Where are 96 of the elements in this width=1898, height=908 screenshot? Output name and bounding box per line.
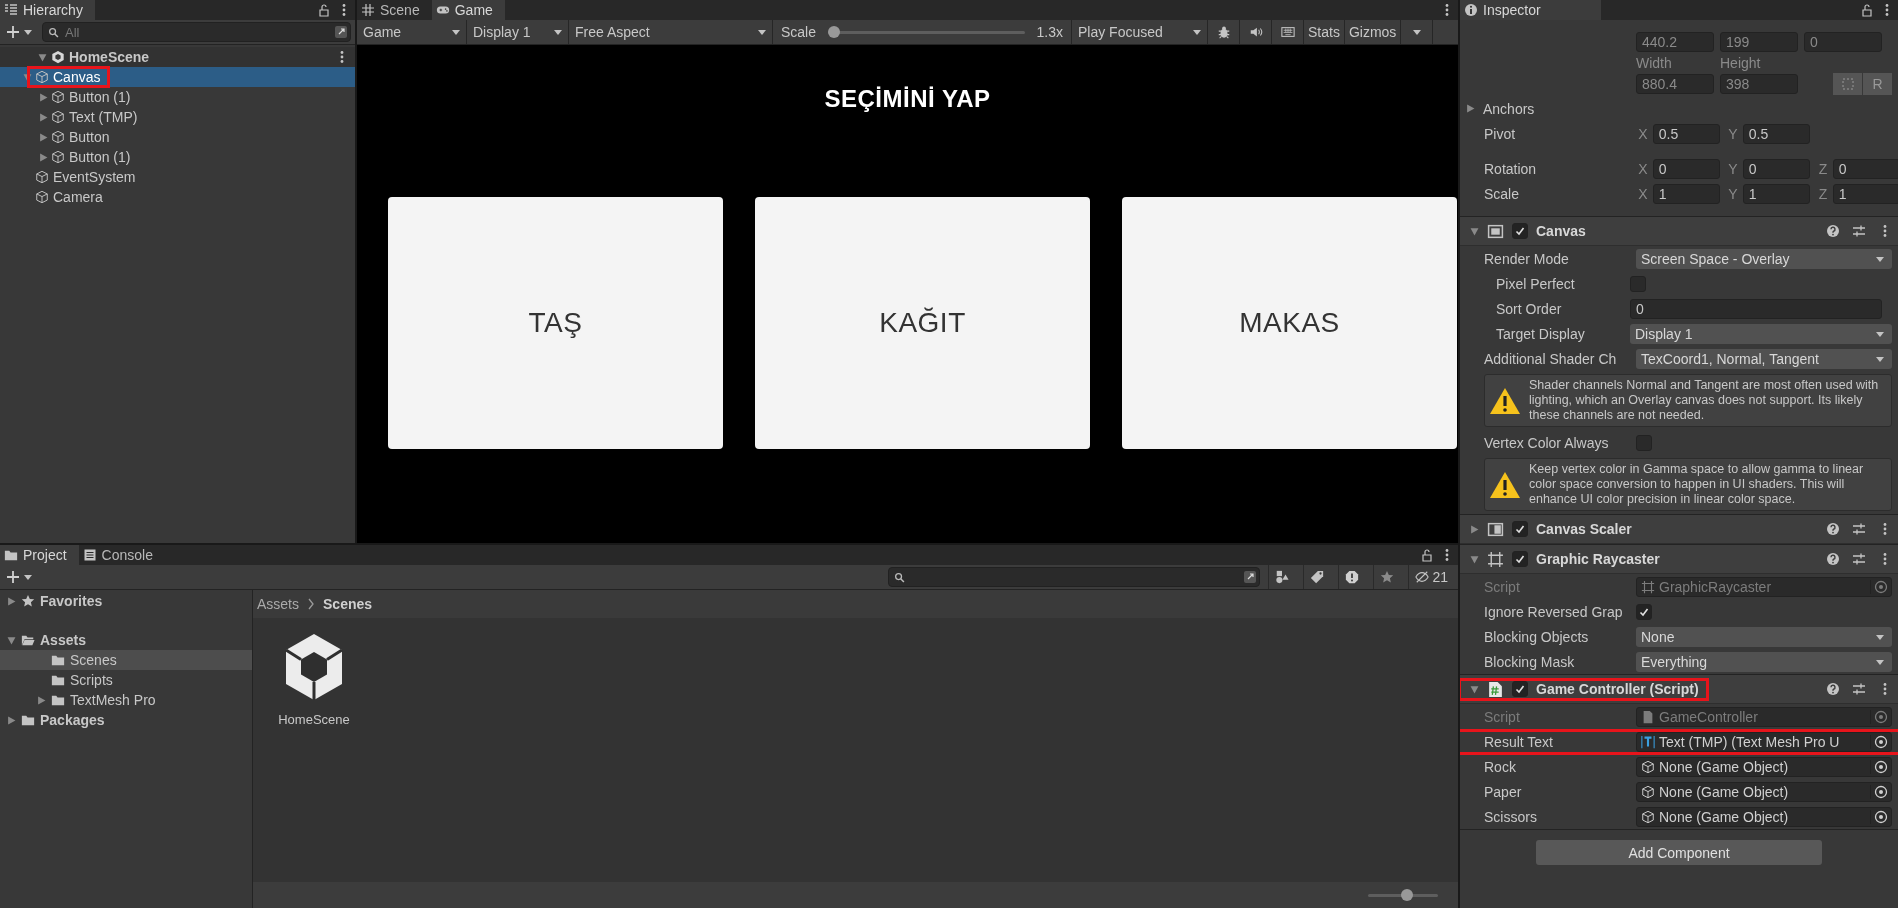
number-field[interactable]: 199 [1720, 32, 1798, 52]
stats-button[interactable]: Stats [1304, 20, 1345, 44]
component-title: Graphic Raycaster [1536, 551, 1660, 567]
dropdown[interactable]: Display 1 [1630, 323, 1892, 344]
folder-item[interactable]: Packages [0, 710, 252, 730]
hierarchy-item[interactable]: Button [0, 127, 355, 147]
number-field[interactable]: 398 [1720, 74, 1798, 94]
dropdown[interactable]: Screen Space - Overlay [1636, 248, 1892, 269]
hierarchy-item[interactable]: Canvas [0, 67, 355, 87]
number-field[interactable]: 1 [1832, 183, 1898, 204]
number-field[interactable]: 0 [1652, 158, 1720, 179]
dropdown[interactable]: Everything [1636, 651, 1892, 672]
number-field[interactable]: 0.5 [1652, 123, 1720, 144]
hierarchy-item[interactable]: Camera [0, 187, 355, 207]
object-field[interactable]: Text (TMP) (Text Mesh Pro U [1636, 731, 1892, 752]
property-label: Script [1483, 708, 1521, 725]
property-label: Result Text [1483, 733, 1554, 750]
folder-item[interactable]: Scripts [0, 670, 252, 690]
component-title: Game Controller (Script) [1536, 681, 1699, 697]
dropdown[interactable]: TexCoord1, Normal, Tangent [1636, 348, 1892, 369]
folder-item[interactable]: TextMesh Pro [0, 690, 252, 710]
number-field[interactable]: 0 [1832, 158, 1898, 179]
hierarchy-tab[interactable]: Hierarchy [0, 0, 95, 20]
component-title: Canvas [1536, 223, 1586, 239]
view-tab[interactable]: Scene [357, 0, 432, 20]
component-title: Canvas Scaler [1536, 521, 1632, 537]
component-header[interactable]: Graphic Raycaster [1460, 545, 1898, 574]
folder-item[interactable]: Scenes [0, 650, 252, 670]
choice-button[interactable]: KAĞIT [755, 197, 1090, 449]
hidden-packages-button[interactable]: 21 [1408, 565, 1454, 589]
property-label: Paper [1483, 783, 1523, 800]
axis-label: X [1637, 185, 1649, 202]
property-label: Target Display [1495, 325, 1586, 342]
panel-tab[interactable]: Console [78, 545, 165, 565]
warning-text: Keep vertex color in Gamma space to allow gamma to linear color space conversion to happen in UI shaders. This will enhance UI color precision in linear color space. [1529, 462, 1865, 507]
axis-label: Y [1727, 185, 1739, 202]
property-label: Blocking Mask [1483, 653, 1576, 670]
folder-item[interactable]: Favorites [0, 591, 252, 611]
axis-label: Z [1817, 160, 1829, 177]
view-tab[interactable]: Game [431, 0, 505, 20]
warning-text: Shader channels Normal and Tangent are most often used with lighting, which an Overlay canvas does not support. Its likely these channels are not needed. [1529, 378, 1880, 423]
hierarchy-item[interactable]: Text (TMP) [0, 107, 355, 127]
object-field[interactable]: None (Game Object) [1636, 756, 1892, 777]
number-field[interactable]: 1 [1652, 183, 1720, 204]
axis-label: Y [1727, 125, 1739, 142]
object-field[interactable]: None (Game Object) [1636, 806, 1892, 827]
property-label: Scissors [1483, 808, 1538, 825]
component-header[interactable]: Canvas Scaler [1460, 515, 1898, 544]
number-field[interactable]: 0 [1742, 158, 1810, 179]
hierarchy-item[interactable]: Button (1) [0, 87, 355, 107]
breadcrumb-link[interactable]: Scenes [323, 596, 373, 612]
panel-tab[interactable]: Project [0, 545, 79, 565]
breadcrumb-link[interactable]: Assets [257, 596, 299, 612]
property-label: Pixel Perfect [1495, 275, 1576, 292]
property-label: Rock [1483, 758, 1517, 775]
property-label: Scale [1483, 185, 1521, 202]
folder-item[interactable]: Assets [0, 630, 252, 650]
number-field[interactable]: 0 [1804, 32, 1882, 52]
inspector-tab[interactable]: Inspector [1460, 0, 1601, 20]
scale-reading: 1.3x [1036, 24, 1063, 40]
number-field[interactable]: 440.2 [1636, 32, 1714, 52]
scale-label: Scale [781, 24, 817, 40]
object-field[interactable]: None (Game Object) [1636, 781, 1892, 802]
field-label: Width [1636, 55, 1673, 71]
anchors-label[interactable]: Anchors [1475, 100, 1535, 117]
property-label: Ignore Reversed Grap [1483, 603, 1624, 620]
asset-name[interactable]: HomeScene [278, 712, 350, 727]
game-title: SEÇİMİNİ YAP [824, 85, 991, 113]
add-component-button[interactable]: Add Component [1536, 840, 1822, 865]
property-label: Sort Order [1495, 300, 1563, 317]
property-label: Script [1483, 578, 1521, 595]
axis-label: Z [1817, 185, 1829, 202]
number-field[interactable]: 880.4 [1636, 74, 1714, 94]
property-label: Pivot [1483, 125, 1517, 142]
property-label: Blocking Objects [1483, 628, 1590, 645]
axis-label: X [1637, 160, 1649, 177]
hierarchy-item[interactable]: Button (1) [0, 147, 355, 167]
scene-item[interactable]: HomeScene [0, 47, 355, 67]
number-field[interactable]: 0.5 [1742, 123, 1810, 144]
choice-button[interactable]: MAKAS [1122, 197, 1457, 449]
number-field[interactable]: 1 [1742, 183, 1810, 204]
number-field[interactable]: 0 [1630, 298, 1882, 319]
hierarchy-item[interactable]: EventSystem [0, 167, 355, 187]
component-header[interactable]: Game Controller (Script) [1460, 675, 1898, 704]
field-label: Height [1720, 55, 1762, 71]
property-label: Additional Shader Ch [1483, 350, 1618, 367]
component-header[interactable]: Canvas [1460, 217, 1898, 246]
property-label: Rotation [1483, 160, 1538, 177]
dropdown[interactable]: None [1636, 626, 1892, 647]
gizmos-button[interactable]: Gizmos [1344, 20, 1402, 44]
property-label: Vertex Color Always [1483, 434, 1610, 451]
search-field[interactable]: All [42, 22, 351, 42]
axis-label: Y [1727, 160, 1739, 177]
choice-button[interactable]: TAŞ [388, 197, 723, 449]
axis-label: X [1637, 125, 1649, 142]
property-label: Render Mode [1483, 250, 1570, 267]
